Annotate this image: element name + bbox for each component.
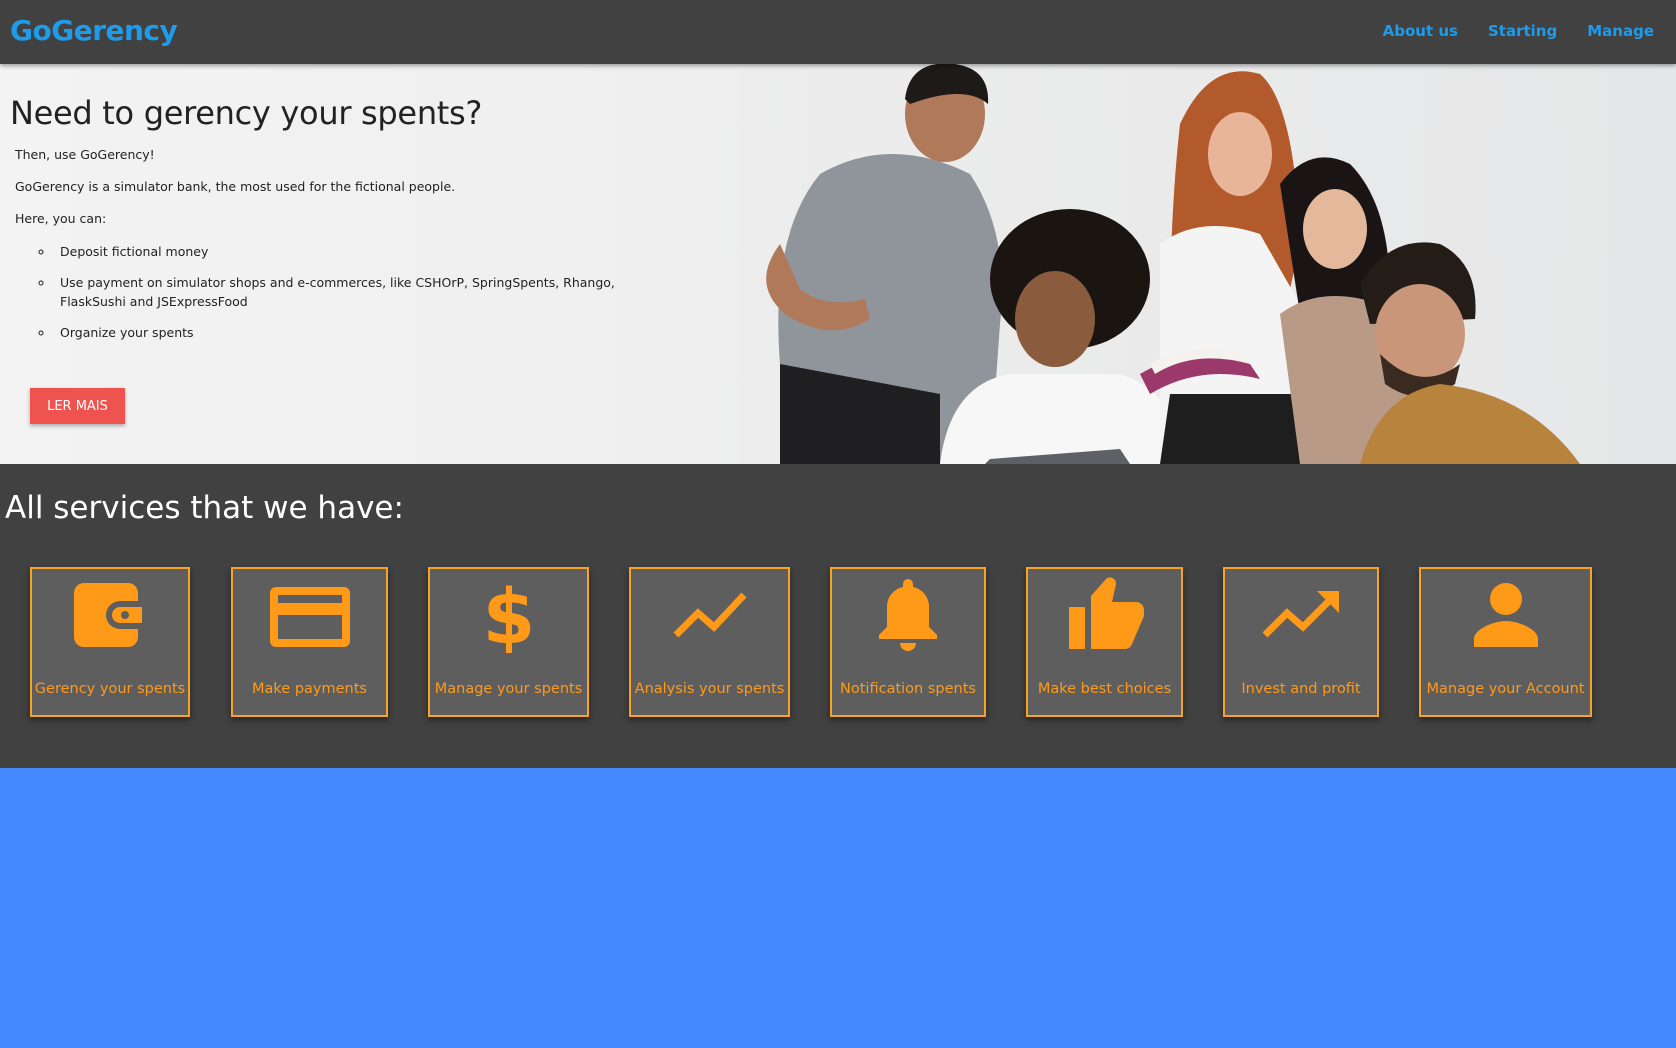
read-more-button[interactable]: LER MAIS [30,388,125,424]
wallet-icon [32,577,188,653]
card-label: Make payments [252,681,367,697]
hero-title: Need to gerency your spents? [10,94,483,132]
card-label: Manage your Account [1426,681,1585,697]
dollar-icon: $ [430,577,587,653]
service-card-payments[interactable]: Make payments [231,567,388,717]
service-card-account[interactable]: Manage your Account [1419,567,1592,717]
trending-up-icon [1225,577,1377,653]
bell-icon [832,577,984,653]
service-card-notification[interactable]: Notification spents [830,567,986,717]
service-card-gerency[interactable]: Gerency your spents [30,567,190,717]
card-label: Analysis your spents [634,681,785,697]
card-label: Invest and profit [1241,681,1361,697]
nav-links: About us Starting Manage [1383,22,1654,40]
card-label: Notification spents [840,681,976,697]
services-title: All services that we have: [5,490,404,526]
line-chart-icon [631,577,788,653]
card-label: Gerency your spents [34,681,186,697]
services-section: All services that we have: Gerency your … [0,464,1676,768]
card-label: Manage your spents [434,681,583,697]
service-card-choices[interactable]: Make best choices [1026,567,1183,717]
credit-card-icon [233,577,386,653]
brand-logo[interactable]: GoGerency [10,14,178,47]
hero-list-heading: Here, you can: [15,211,107,226]
service-card-invest[interactable]: Invest and profit [1223,567,1379,717]
card-label: Make best choices [1037,681,1172,697]
features-list: Deposit fictional money Use payment on s… [54,242,690,342]
nav-link-starting[interactable]: Starting [1488,22,1557,40]
service-card-manage[interactable]: $ Manage your spents [428,567,589,717]
hero-section: Need to gerency your spents? Then, use G… [0,64,1676,464]
thumb-up-icon [1028,577,1181,653]
svg-text:$: $ [482,577,535,653]
navbar: GoGerency About us Starting Manage [0,0,1676,64]
person-icon [1421,577,1590,653]
hero-intro: Then, use GoGerency! [15,147,155,162]
nav-link-about-us[interactable]: About us [1383,22,1458,40]
hero-text: Need to gerency your spents? Then, use G… [10,94,690,424]
nav-link-manage[interactable]: Manage [1587,22,1654,40]
list-item: Organize your spents [54,323,690,342]
list-item: Deposit fictional money [54,242,690,261]
list-item: Use payment on simulator shops and e-com… [54,273,654,311]
hero-photo [740,64,1676,464]
hero-description: GoGerency is a simulator bank, the most … [15,179,456,194]
service-card-analysis[interactable]: Analysis your spents [629,567,790,717]
